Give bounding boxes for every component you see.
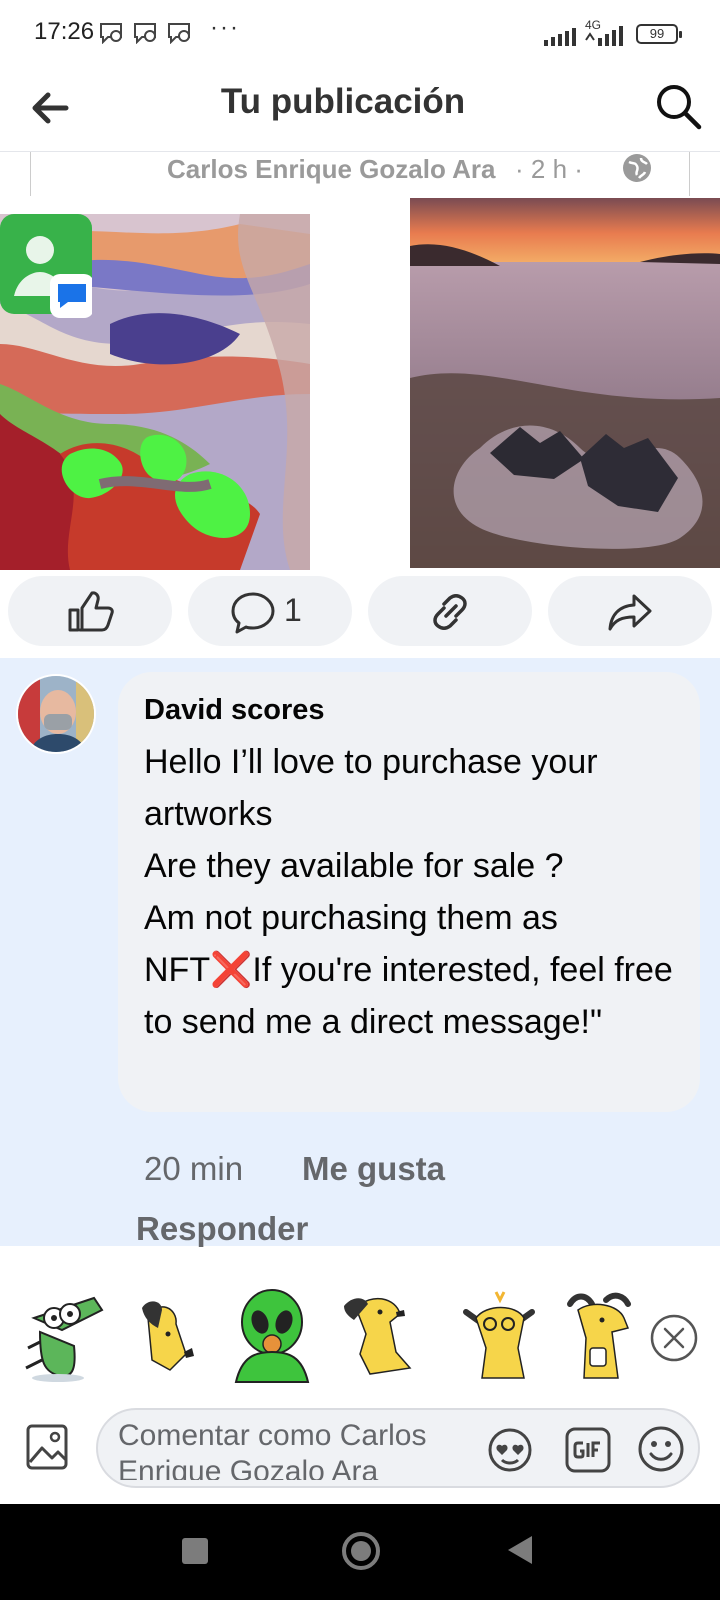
comment-count: 1 [284,592,302,628]
post-header: Carlos Enrique Gozalo Ara · 2 h · [30,152,690,196]
gif-icon[interactable] [564,1426,612,1474]
chat-notification-icon [100,23,122,44]
comment-text: Hello I’ll love to purchase your artwork… [144,743,673,1041]
comment-reply-link[interactable]: Responder [136,1210,308,1248]
post-image-beach[interactable] [410,198,720,568]
close-stickers-icon[interactable] [650,1314,698,1362]
page-title: Tu publicación [220,82,466,121]
signal-4g-icon [585,26,623,46]
crocodile-sticker[interactable] [14,1288,104,1384]
chat-notification-icon [168,23,190,44]
battery-icon: 99 [636,24,682,44]
comment-bubble[interactable]: David scores Hello I’ll love to purchase… [118,672,700,1112]
top-app-bar: Tu publicación [0,68,720,152]
dog-glasses-sticker[interactable] [456,1288,546,1384]
comment-composer: Comentar como Carlos Enrique Gozalo Ara [0,1400,720,1502]
search-icon[interactable] [652,80,706,134]
chat-notification-icon [134,23,156,44]
signal-icon [544,28,576,46]
globe-icon [623,154,651,182]
contacts-messages-shortcut-icon[interactable] [0,214,92,318]
thumbs-up-icon [68,591,114,632]
yellow-dog-sticker[interactable] [128,1288,218,1384]
dog-sitting-sticker[interactable] [336,1288,426,1384]
comment-input-placeholder: Comentar como Carlos Enrique Gozalo Ara [118,1419,427,1480]
copy-link-button[interactable] [368,576,532,646]
recents-button[interactable] [182,1538,208,1564]
photo-attach-icon[interactable] [24,1420,70,1474]
avatar-sticker-icon[interactable] [486,1426,534,1474]
comment-like-link[interactable]: Me gusta [302,1150,445,1188]
post-timestamp: · 2 h · [515,154,583,184]
like-button[interactable] [8,576,172,646]
sticker-suggestions [0,1288,720,1398]
comment-input[interactable]: Comentar como Carlos Enrique Gozalo Ara [96,1408,700,1488]
more-notifications-indicator: ··· [210,14,240,41]
emoji-icon[interactable] [636,1424,686,1474]
link-icon [433,594,467,630]
comment-button[interactable]: 1 [188,576,352,646]
status-time: 17:26 [34,18,95,45]
system-back-button[interactable] [508,1536,532,1564]
system-navigation-bar [0,1504,720,1600]
comment-bubble-icon [231,592,275,634]
share-arrow-icon [608,594,652,631]
dog-coffee-sticker[interactable] [556,1288,646,1384]
commenter-avatar[interactable] [16,674,96,754]
alien-sticker[interactable] [228,1288,318,1384]
comment-timestamp: 20 min [144,1150,244,1187]
status-bar: 17:26 ··· 4G 99 [0,0,720,68]
home-button[interactable] [342,1532,380,1570]
post-author-name[interactable]: Carlos Enrique Gozalo Ara [167,154,495,185]
share-button[interactable] [548,576,712,646]
comment-item: David scores Hello I’ll love to purchase… [0,658,720,1248]
commenter-name[interactable]: David scores [144,694,325,727]
